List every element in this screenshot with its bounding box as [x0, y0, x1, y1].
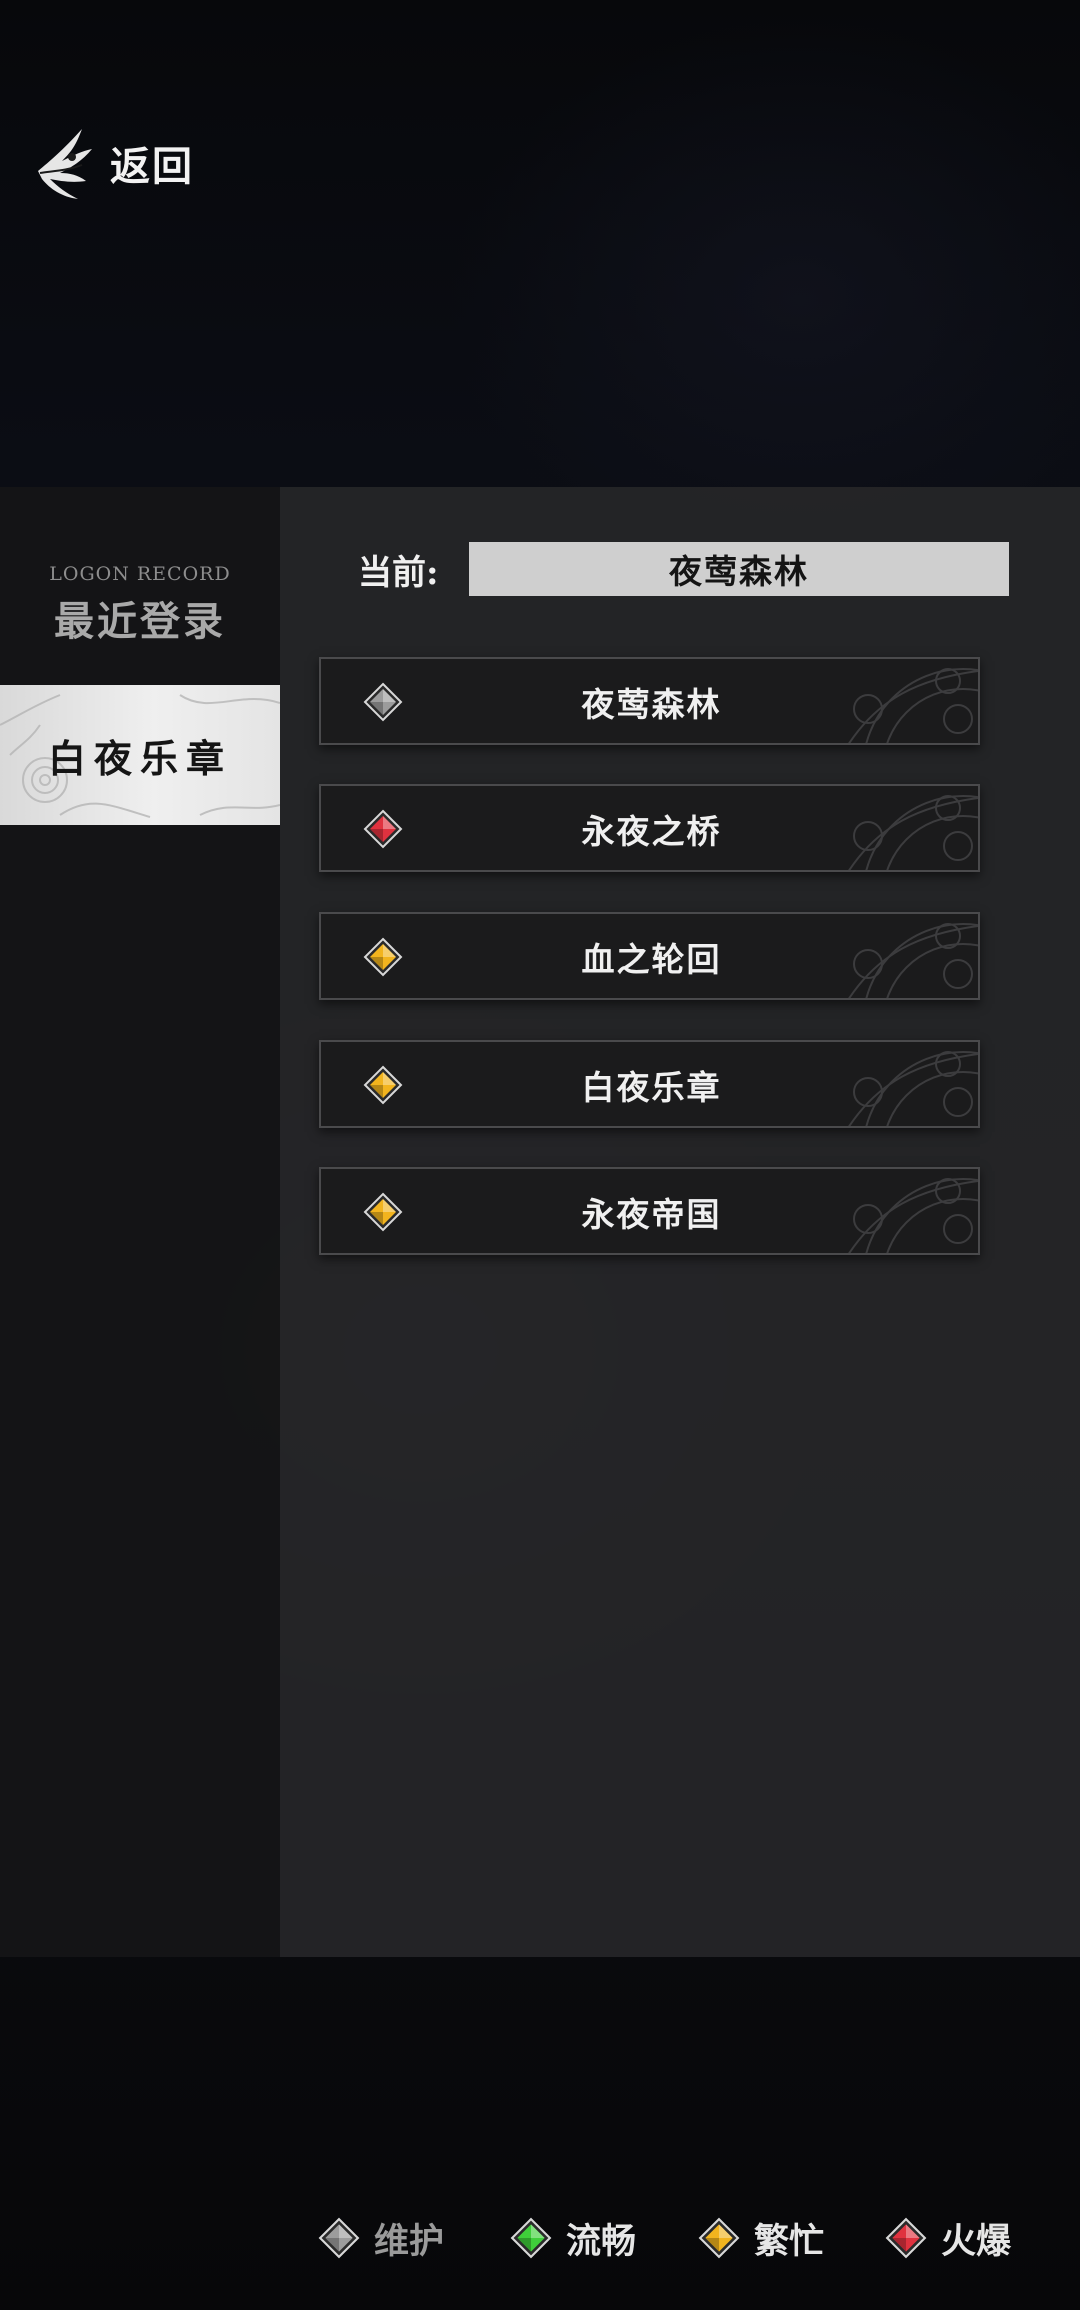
- current-label: 当前:: [358, 553, 439, 593]
- legend-label: 繁忙: [754, 2220, 825, 2262]
- legend-item: 繁忙: [698, 2210, 824, 2266]
- status-gem-icon: [318, 2217, 360, 2259]
- status-gem-icon: [885, 2217, 927, 2259]
- legend-item: 流畅: [510, 2210, 636, 2266]
- legend-item: 火爆: [885, 2210, 1011, 2266]
- sidebar: LOGON RECORD 最近登录 白夜乐章: [0, 487, 280, 1957]
- legend-item: 维护: [318, 2210, 444, 2266]
- logon-record-title: 最近登录: [54, 598, 226, 645]
- server-select-panel: LOGON RECORD 最近登录 白夜乐章 当前: 夜莺森林 夜莺森林永夜之桥…: [0, 487, 1080, 1957]
- server-name: 白夜乐章: [581, 1068, 722, 1107]
- server-item[interactable]: 白夜乐章: [319, 1040, 980, 1128]
- server-item[interactable]: 夜莺森林: [319, 657, 980, 745]
- server-name: 血之轮回: [581, 940, 722, 979]
- server-name: 永夜帝国: [581, 1195, 722, 1234]
- sidebar-tab-selected[interactable]: 白夜乐章: [0, 685, 280, 825]
- current-server-value: 夜莺森林: [469, 542, 1009, 596]
- status-gem-icon: [510, 2217, 552, 2259]
- status-gem-icon: [698, 2217, 740, 2259]
- server-item[interactable]: 血之轮回: [319, 912, 980, 1000]
- back-label: 返回: [110, 143, 194, 190]
- feather-wing-icon: [38, 129, 92, 199]
- server-item[interactable]: 永夜之桥: [319, 784, 980, 872]
- logon-record-english: LOGON RECORD: [49, 563, 231, 585]
- server-name: 夜莺森林: [581, 685, 722, 724]
- legend-label: 火爆: [941, 2220, 1012, 2262]
- server-name: 永夜之桥: [581, 812, 722, 851]
- back-button[interactable]: 返回: [32, 118, 194, 208]
- sidebar-tab-label: 白夜乐章: [47, 735, 232, 781]
- legend-label: 维护: [374, 2220, 445, 2262]
- legend-label: 流畅: [566, 2220, 637, 2262]
- server-item[interactable]: 永夜帝国: [319, 1167, 980, 1255]
